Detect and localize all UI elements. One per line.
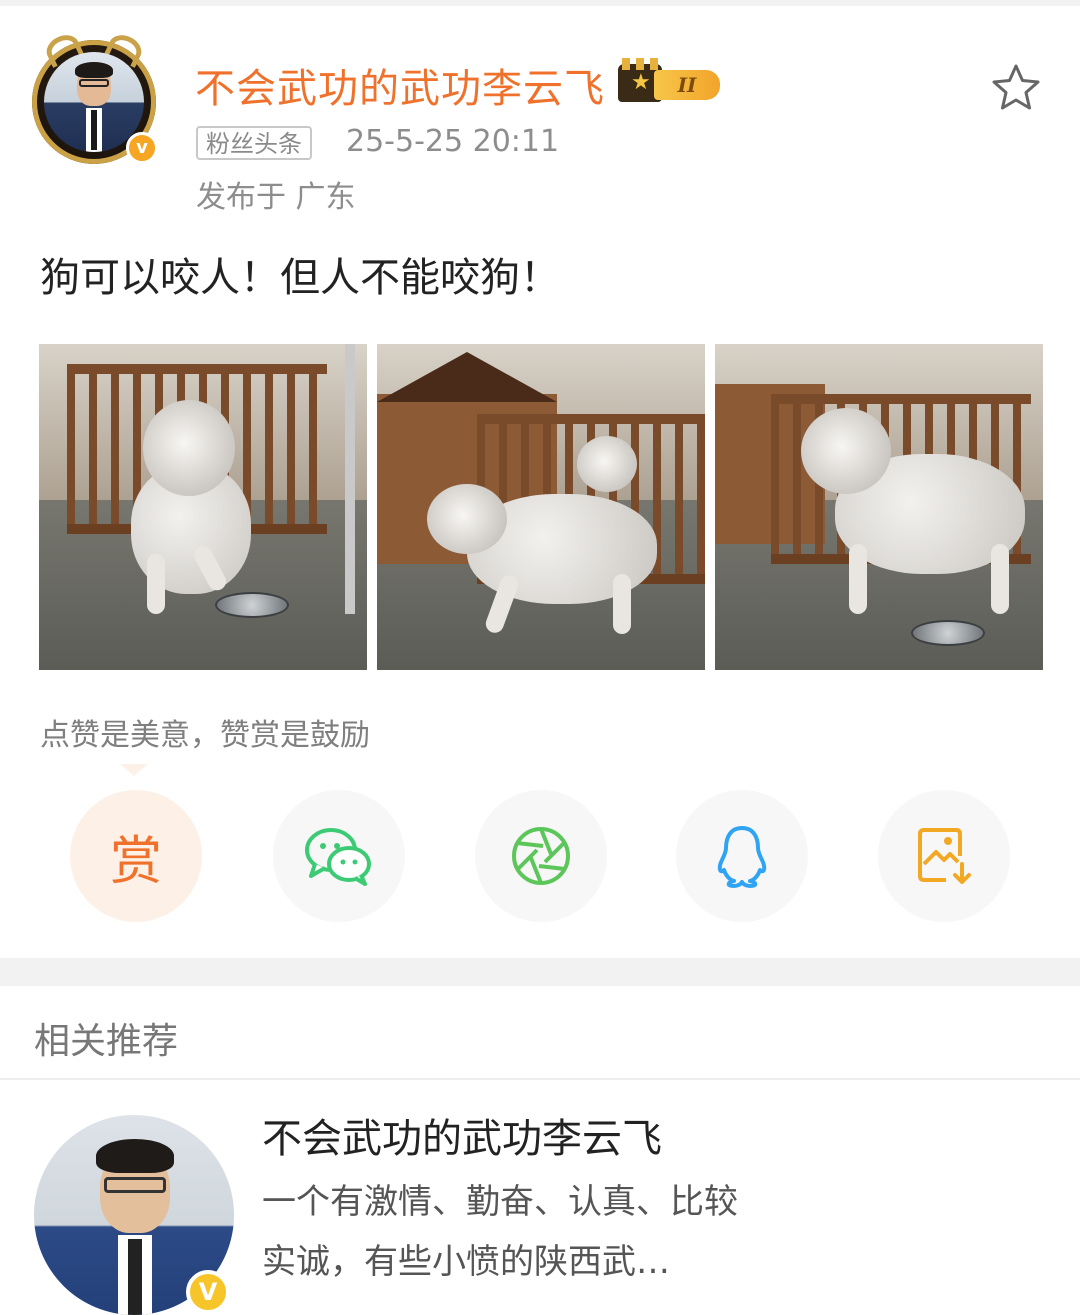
reward-prompt: 点赞是美意，赞赏是鼓励	[40, 718, 370, 753]
post-timestamp: 25-5-25 20:11	[346, 124, 560, 159]
post-content: 狗可以咬人！但人不能咬狗！	[40, 255, 560, 301]
share-qq-button[interactable]	[676, 790, 808, 922]
recommended-user-name[interactable]: 不会武功的武功李云飞	[262, 1106, 662, 1164]
share-moments-button[interactable]	[475, 790, 607, 922]
save-image-button[interactable]	[878, 790, 1010, 922]
level-label: II	[654, 70, 720, 100]
reward-label: 赏	[109, 831, 162, 892]
promo-tag: 粉丝头条	[196, 126, 312, 160]
author-name[interactable]: 不会武功的武功李云飞	[195, 56, 605, 114]
post-image-2[interactable]	[377, 344, 705, 670]
divider	[0, 1078, 1080, 1080]
post-location: 发布于 广东	[196, 180, 356, 215]
recommended-user-description: 一个有激情、勤奋、认真、比较实诚，有些小愤的陕西武…	[262, 1182, 738, 1282]
save-image-icon	[918, 828, 971, 884]
post-image-1[interactable]	[39, 344, 367, 670]
related-title: 相关推荐	[34, 1021, 179, 1062]
post-image-3[interactable]	[715, 344, 1043, 670]
verified-icon: v	[126, 132, 158, 164]
reward-button[interactable]: 赏	[70, 790, 202, 922]
verified-icon: V	[186, 1270, 230, 1314]
qq-icon	[717, 826, 767, 888]
author-avatar[interactable]: v	[32, 30, 160, 164]
favorite-star-icon[interactable]	[990, 62, 1042, 114]
wechat-moments-icon	[512, 827, 570, 885]
section-separator	[0, 958, 1080, 986]
wechat-icon	[305, 828, 371, 886]
tooltip-arrow	[120, 764, 148, 776]
member-level-badge[interactable]: ★ II	[614, 58, 724, 106]
share-wechat-button[interactable]	[273, 790, 405, 922]
top-divider	[0, 0, 1080, 6]
